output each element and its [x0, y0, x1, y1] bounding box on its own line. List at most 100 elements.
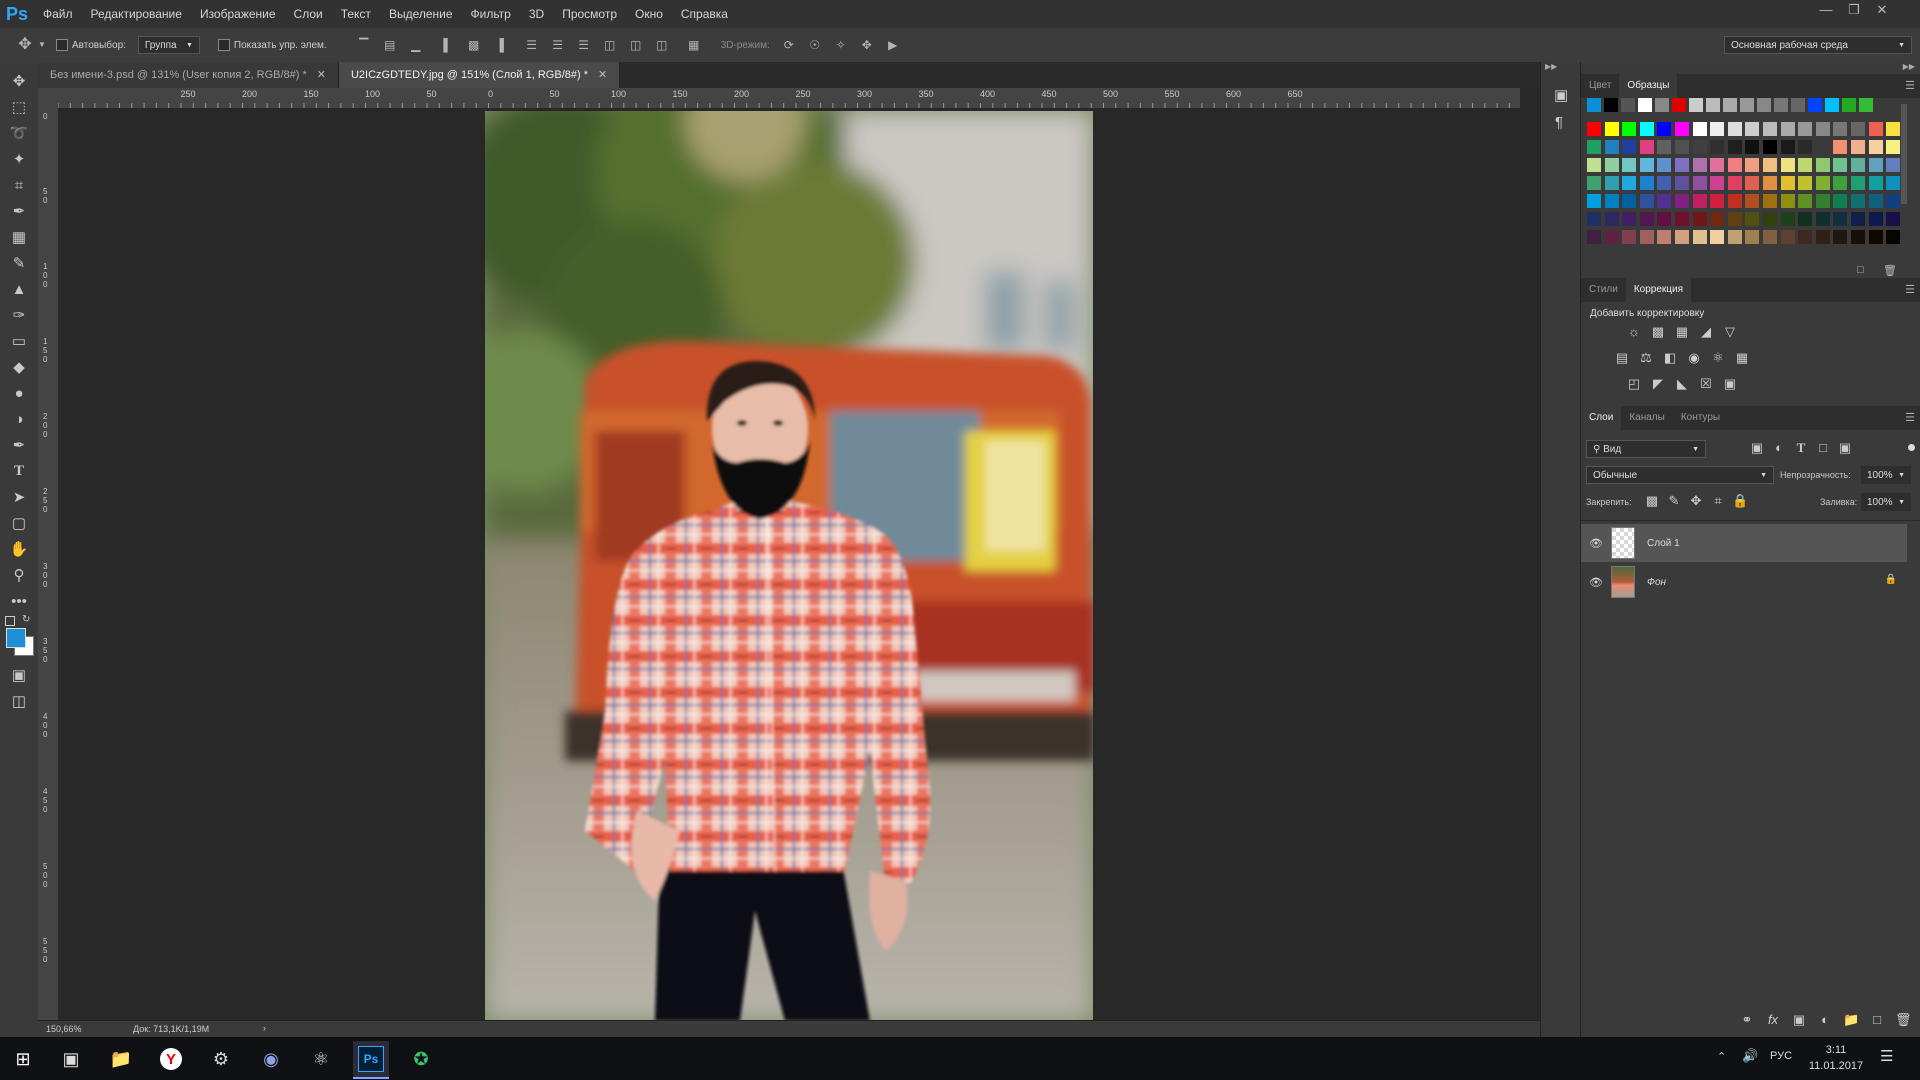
color-swatch[interactable] [1833, 212, 1848, 226]
paragraph-panel-icon[interactable]: ¶ [1555, 114, 1563, 131]
filter-toggle[interactable] [1908, 444, 1915, 451]
color-swatch[interactable] [1780, 212, 1795, 226]
color-swatch[interactable] [1672, 98, 1686, 112]
color-swatch[interactable] [1692, 194, 1707, 208]
visibility-eye-icon[interactable]: 👁 [1581, 576, 1611, 589]
tab-document-2[interactable]: U2ICzGDTEDY.jpg @ 151% (Слой 1, RGB/8#) … [338, 62, 621, 88]
move-tool-icon[interactable]: ✥ [0, 68, 38, 94]
task-view-icon[interactable]: ▣ [56, 1044, 86, 1074]
color-swatch[interactable] [1639, 122, 1654, 136]
color-swatch[interactable] [1745, 230, 1760, 244]
color-swatch[interactable] [1763, 230, 1777, 244]
color-swatch[interactable] [1587, 122, 1601, 136]
notifications-icon[interactable]: ☰ [1880, 1047, 1893, 1065]
color-swatch[interactable] [1604, 98, 1618, 112]
auto-align-icon[interactable]: ▦ [687, 38, 701, 52]
color-swatch[interactable] [1886, 194, 1901, 208]
color-swatch[interactable] [1868, 140, 1883, 154]
menu-item-9[interactable]: Окно [626, 0, 672, 28]
posterize-icon[interactable]: ◤ [1650, 376, 1666, 392]
color-swatch[interactable] [1868, 158, 1883, 172]
pen-tool-icon[interactable]: ✒ [0, 432, 38, 458]
color-swatch[interactable] [1798, 230, 1813, 244]
color-swatch[interactable] [1639, 140, 1654, 154]
color-swatch[interactable] [1587, 194, 1601, 208]
vertical-ruler[interactable]: 0 5 0 1 0 0 1 5 0 2 0 0 2 5 0 3 0 0 3 5 0 4 0 0 4… [38, 108, 59, 1020]
chevron-right-icon[interactable]: › [263, 1023, 266, 1033]
color-swatch[interactable] [1763, 122, 1777, 136]
speaker-icon[interactable]: 🔊 [1742, 1048, 1758, 1064]
color-swatch[interactable] [1798, 194, 1813, 208]
lasso-tool-icon[interactable]: ➰ [0, 120, 38, 146]
color-swatch[interactable] [1657, 230, 1672, 244]
color-swatch[interactable] [1833, 194, 1848, 208]
zoom-level[interactable]: 150,66% [46, 1024, 82, 1034]
autoselect-checkbox[interactable] [56, 39, 68, 51]
discord-icon[interactable]: ◉ [256, 1044, 286, 1074]
color-swatch[interactable] [1604, 194, 1619, 208]
color-swatch[interactable] [1622, 122, 1637, 136]
color-swatch[interactable] [1763, 176, 1777, 190]
color-swatch[interactable] [1587, 176, 1601, 190]
panel-menu-icon[interactable]: ☰ [1905, 283, 1915, 296]
color-swatch[interactable] [1815, 194, 1830, 208]
paint-bucket-tool-icon[interactable]: ◆ [0, 354, 38, 380]
brush-tool-icon[interactable]: ✎ [0, 250, 38, 276]
color-swatch[interactable] [1622, 230, 1637, 244]
tab-layers[interactable]: Слои [1581, 406, 1622, 430]
color-swatch[interactable] [1763, 158, 1777, 172]
swatch-grid[interactable] [1587, 98, 1907, 244]
color-swatch[interactable] [1675, 176, 1689, 190]
panel-menu-icon[interactable]: ☰ [1905, 79, 1915, 92]
swap-colors-icon[interactable]: ↻ [22, 614, 30, 625]
restore-icon[interactable]: ❐ [1840, 0, 1868, 22]
pan-3d-icon[interactable]: ✧ [834, 38, 848, 52]
rectangle-tool-icon[interactable]: ▢ [0, 510, 38, 536]
menu-item-5[interactable]: Выделение [380, 0, 462, 28]
color-swatch[interactable] [1710, 122, 1725, 136]
screen-mode-icon[interactable]: ◫ [0, 688, 38, 714]
new-layer-icon[interactable]: □ [1869, 1012, 1885, 1028]
scale-3d-icon[interactable]: ▶ [886, 38, 900, 52]
menu-item-10[interactable]: Справка [672, 0, 737, 28]
hue-saturation-icon[interactable]: ▤ [1614, 350, 1630, 366]
distribute-left-icon[interactable]: ◫ [603, 38, 617, 52]
color-swatch[interactable] [1868, 122, 1883, 136]
align-bottom-icon[interactable]: ▁ [409, 38, 423, 52]
layer-row-background[interactable]: 👁 Фон 🔒 [1581, 563, 1907, 601]
ruler-corner[interactable] [38, 88, 58, 108]
layer-row-layer1[interactable]: 👁 Слой 1 [1581, 524, 1907, 562]
layer-mask-icon[interactable]: ▣ [1791, 1012, 1807, 1028]
threshold-icon[interactable]: ◣ [1674, 376, 1690, 392]
color-swatch[interactable] [1859, 98, 1873, 112]
color-swatch[interactable] [1604, 122, 1619, 136]
levels-icon[interactable]: ▩ [1650, 324, 1666, 340]
filter-shape-icon[interactable]: □ [1815, 440, 1831, 456]
menu-item-7[interactable]: 3D [520, 0, 553, 28]
show-controls-checkbox[interactable] [217, 39, 230, 51]
color-swatch[interactable] [1798, 122, 1813, 136]
color-swatch[interactable] [1833, 158, 1848, 172]
menu-item-2[interactable]: Изображение [191, 0, 285, 28]
roll-3d-icon[interactable]: ☉ [808, 38, 822, 52]
color-swatch[interactable] [1851, 122, 1865, 136]
distribute-right-icon[interactable]: ◫ [655, 38, 669, 52]
hand-tool-icon[interactable]: ✋ [0, 536, 38, 562]
color-swatch[interactable] [1710, 158, 1725, 172]
color-swatch[interactable] [1622, 194, 1637, 208]
color-swatch[interactable] [1886, 176, 1901, 190]
color-swatch[interactable] [1587, 212, 1601, 226]
color-swatch[interactable] [1851, 176, 1865, 190]
color-swatch[interactable] [1727, 158, 1742, 172]
color-swatch[interactable] [1774, 98, 1788, 112]
color-swatch[interactable] [1851, 158, 1865, 172]
color-swatch[interactable] [1851, 212, 1865, 226]
color-swatch[interactable] [1622, 140, 1637, 154]
color-swatch[interactable] [1745, 140, 1760, 154]
color-swatch[interactable] [1727, 176, 1742, 190]
color-swatch[interactable] [1780, 158, 1795, 172]
color-swatch[interactable] [1604, 140, 1619, 154]
tab-document-1[interactable]: Без имени-3.psd @ 131% (User копия 2, RG… [38, 62, 339, 88]
color-swatch[interactable] [1587, 158, 1601, 172]
tab-close-icon[interactable]: ✕ [598, 69, 607, 81]
